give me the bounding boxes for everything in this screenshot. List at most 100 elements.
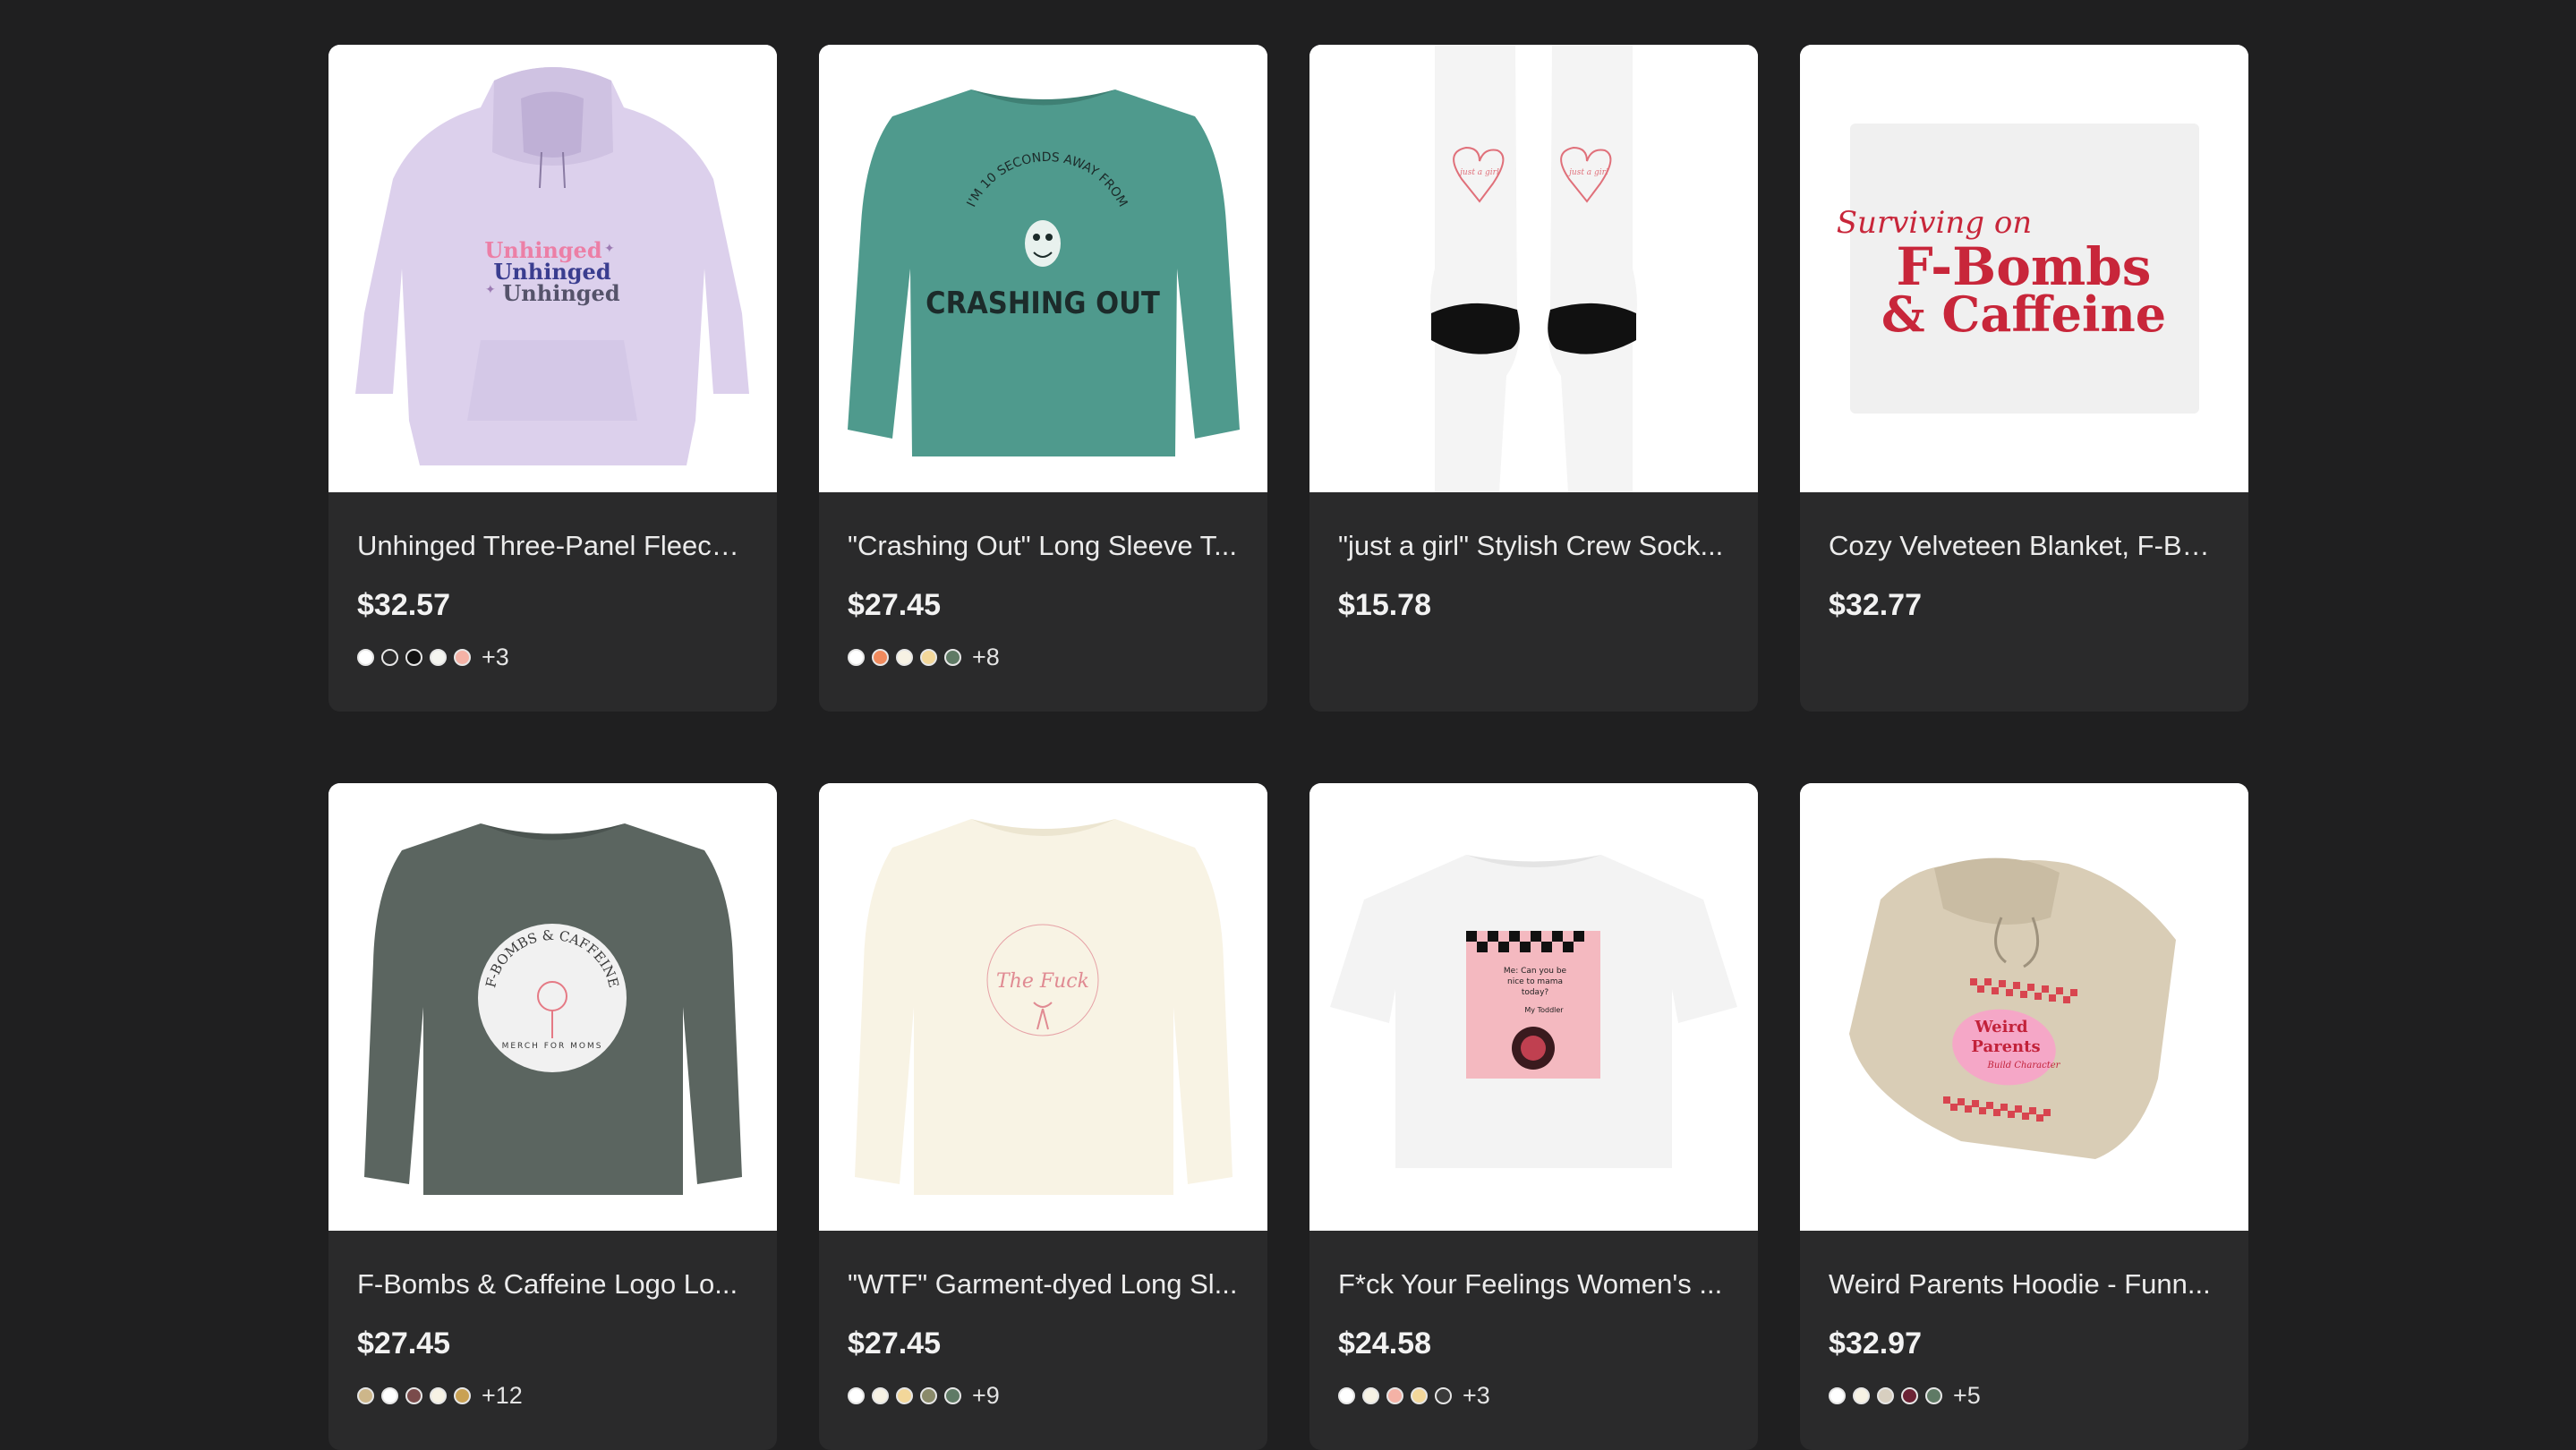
- product-image[interactable]: The Fuck: [819, 783, 1267, 1231]
- color-swatch[interactable]: [430, 1386, 447, 1404]
- color-swatch[interactable]: [454, 648, 471, 666]
- color-swatches: +12: [357, 1381, 748, 1410]
- white-tee-image: Me: Can you be nice to mama today? My To…: [1309, 783, 1758, 1231]
- more-colors-count: +5: [1953, 1381, 1981, 1409]
- color-swatch[interactable]: [357, 648, 374, 666]
- color-swatch[interactable]: [1435, 1386, 1452, 1404]
- product-info: "WTF" Garment-dyed Long Sl... $27.45 +9: [819, 1231, 1267, 1410]
- product-price: $27.45: [848, 588, 941, 622]
- svg-text:✦: ✦: [604, 241, 615, 255]
- color-swatch[interactable]: [1362, 1386, 1379, 1404]
- velveteen-blanket-image: Surviving on F-Bombs & Caffeine: [1800, 45, 2248, 492]
- color-swatch[interactable]: [1901, 1386, 1918, 1404]
- product-card[interactable]: The Fuck "WTF" Garment-dyed Long Sl... $…: [819, 783, 1267, 1450]
- color-swatches: +3: [1338, 1381, 1729, 1410]
- color-swatch[interactable]: [454, 1386, 471, 1404]
- svg-text:✦: ✦: [485, 282, 496, 296]
- color-swatches: +8: [848, 643, 1239, 671]
- ivory-long-sleeve-image: The Fuck: [819, 783, 1267, 1231]
- color-swatch[interactable]: [1829, 1386, 1846, 1404]
- product-card[interactable]: Me: Can you be nice to mama today? My To…: [1309, 783, 1758, 1450]
- color-swatch[interactable]: [872, 1386, 889, 1404]
- color-swatch[interactable]: [405, 648, 422, 666]
- crew-socks-image: just a girl just a girl: [1309, 45, 1758, 492]
- product-image[interactable]: Weird Parents Build Character: [1800, 783, 2248, 1231]
- product-title[interactable]: Unhinged Three-Panel Fleece...: [357, 528, 748, 564]
- product-info: Weird Parents Hoodie - Funn... $32.97 +5: [1800, 1231, 2248, 1410]
- product-image[interactable]: Surviving on F-Bombs & Caffeine: [1800, 45, 2248, 492]
- product-price: $32.57: [357, 588, 450, 622]
- color-swatch[interactable]: [848, 1386, 865, 1404]
- product-title[interactable]: "just a girl" Stylish Crew Sock...: [1338, 528, 1729, 564]
- product-title[interactable]: F*ck Your Feelings Women's ...: [1338, 1267, 1729, 1302]
- sock-text-left: just a girl: [1458, 168, 1499, 177]
- weird-text-1: Weird: [1974, 1018, 2028, 1036]
- product-info: Cozy Velveteen Blanket, F-Bo... $32.77: [1800, 492, 2248, 623]
- product-card[interactable]: I'M 10 SECONDS AWAY FROM CRASHING OUT "C…: [819, 45, 1267, 712]
- sock-text-right: just a girl: [1567, 168, 1608, 177]
- product-price: $15.78: [1338, 588, 1431, 622]
- product-card[interactable]: Unhinged Unhinged Unhinged ✦ ✦ Unhinged …: [328, 45, 777, 712]
- product-image[interactable]: just a girl just a girl: [1309, 45, 1758, 492]
- tee-text-2: nice to mama: [1507, 977, 1563, 986]
- color-swatch[interactable]: [1877, 1386, 1894, 1404]
- blanket-script-text: Surviving on: [1837, 205, 2032, 241]
- tee-text-3: today?: [1522, 988, 1549, 997]
- product-title[interactable]: Weird Parents Hoodie - Funn...: [1829, 1267, 2220, 1302]
- color-swatch[interactable]: [381, 1386, 398, 1404]
- color-swatch[interactable]: [896, 1386, 913, 1404]
- color-swatch[interactable]: [944, 1386, 961, 1404]
- wtf-script-text: The Fuck: [996, 970, 1089, 993]
- color-swatches: +3: [357, 643, 748, 671]
- product-price: $32.97: [1829, 1326, 1922, 1360]
- more-colors-count: +12: [482, 1381, 523, 1409]
- hoodie-text-3: Unhinged: [502, 280, 619, 306]
- logo-sub-text: MERCH FOR MOMS: [502, 1042, 603, 1051]
- color-swatch[interactable]: [920, 648, 937, 666]
- more-colors-count: +3: [482, 643, 509, 670]
- blanket-line-2: & Caffeine: [1881, 286, 2166, 343]
- color-swatch[interactable]: [848, 648, 865, 666]
- tee-text-4: My Toddler: [1524, 1006, 1564, 1014]
- product-image[interactable]: Unhinged Unhinged Unhinged ✦ ✦: [328, 45, 777, 492]
- product-card[interactable]: just a girl just a girl "just a girl" St…: [1309, 45, 1758, 712]
- weird-text-3: Build Character: [1987, 1061, 2061, 1070]
- product-price: $27.45: [357, 1326, 450, 1360]
- product-card[interactable]: Weird Parents Build Character Weird Pare…: [1800, 783, 2248, 1450]
- color-swatch[interactable]: [944, 648, 961, 666]
- color-swatch[interactable]: [1386, 1386, 1403, 1404]
- product-image[interactable]: I'M 10 SECONDS AWAY FROM CRASHING OUT: [819, 45, 1267, 492]
- product-image[interactable]: Me: Can you be nice to mama today? My To…: [1309, 783, 1758, 1231]
- color-swatch[interactable]: [1853, 1386, 1870, 1404]
- product-price: $32.77: [1829, 588, 1922, 622]
- more-colors-count: +3: [1463, 1381, 1490, 1409]
- gray-long-sleeve-image: F-BOMBS & CAFFEINE MERCH FOR MOMS: [328, 783, 777, 1231]
- product-info: "just a girl" Stylish Crew Sock... $15.7…: [1309, 492, 1758, 623]
- color-swatch[interactable]: [357, 1386, 374, 1404]
- weird-text-2: Parents: [1971, 1037, 2040, 1056]
- color-swatch[interactable]: [405, 1386, 422, 1404]
- color-swatch[interactable]: [1925, 1386, 1942, 1404]
- product-grid: Unhinged Unhinged Unhinged ✦ ✦ Unhinged …: [328, 45, 2248, 1450]
- color-swatch[interactable]: [920, 1386, 937, 1404]
- product-title[interactable]: "WTF" Garment-dyed Long Sl...: [848, 1267, 1239, 1302]
- product-title[interactable]: "Crashing Out" Long Sleeve T...: [848, 528, 1239, 564]
- product-image[interactable]: F-BOMBS & CAFFEINE MERCH FOR MOMS: [328, 783, 777, 1231]
- product-title[interactable]: F-Bombs & Caffeine Logo Lo...: [357, 1267, 748, 1302]
- crashing-main-text: CRASHING OUT: [925, 286, 1160, 321]
- lavender-hoodie-image: Unhinged Unhinged Unhinged ✦ ✦: [328, 45, 777, 492]
- color-swatch[interactable]: [430, 648, 447, 666]
- color-swatch[interactable]: [896, 648, 913, 666]
- color-swatch[interactable]: [872, 648, 889, 666]
- color-swatch[interactable]: [381, 648, 398, 666]
- color-swatch[interactable]: [1338, 1386, 1355, 1404]
- color-swatch[interactable]: [1411, 1386, 1428, 1404]
- color-swatches: +5: [1829, 1381, 2220, 1410]
- product-card[interactable]: F-BOMBS & CAFFEINE MERCH FOR MOMS F-Bomb…: [328, 783, 777, 1450]
- product-card[interactable]: Surviving on F-Bombs & Caffeine Cozy Vel…: [1800, 45, 2248, 712]
- teal-long-sleeve-image: I'M 10 SECONDS AWAY FROM CRASHING OUT: [819, 45, 1267, 492]
- product-info: F-Bombs & Caffeine Logo Lo... $27.45 +12: [328, 1231, 777, 1410]
- product-title[interactable]: Cozy Velveteen Blanket, F-Bo...: [1829, 528, 2220, 564]
- more-colors-count: +9: [972, 1381, 1000, 1409]
- product-info: F*ck Your Feelings Women's ... $24.58 +3: [1309, 1231, 1758, 1410]
